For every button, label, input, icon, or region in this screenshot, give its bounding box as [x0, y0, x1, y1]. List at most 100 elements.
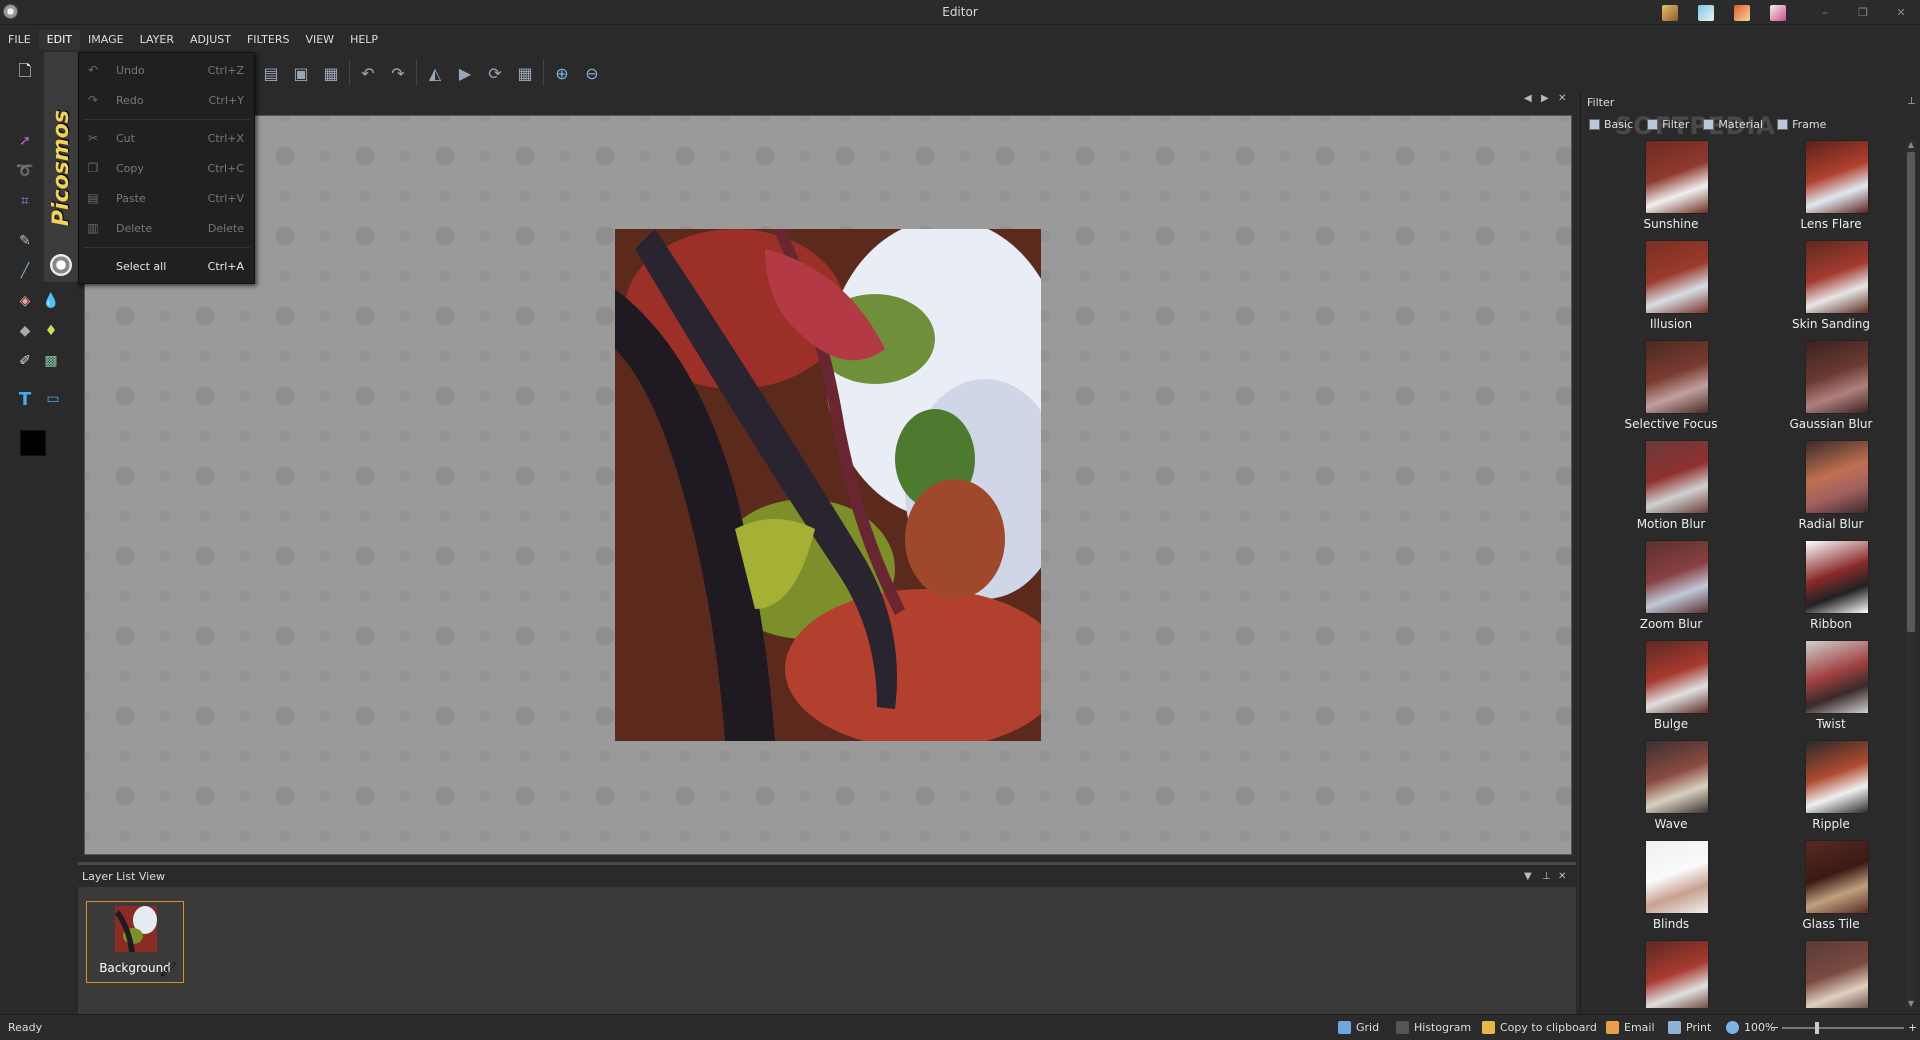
scroll-up-icon[interactable]: ▲ — [1906, 140, 1916, 149]
save-as-icon[interactable]: ▦ — [316, 58, 346, 88]
filter-item-radial-blur[interactable]: Radial Blur — [1761, 440, 1901, 540]
panel-menu-icon[interactable]: ▼ — [1524, 871, 1532, 882]
prev-tab-icon[interactable]: ◀ — [1524, 93, 1532, 104]
scroll-down-icon[interactable]: ▼ — [1906, 999, 1916, 1008]
menu-item-redo[interactable]: ↷ Redo Ctrl+Y — [79, 89, 254, 111]
menu-image[interactable]: IMAGE — [80, 30, 132, 50]
filter-item-ripple[interactable]: Ripple — [1761, 740, 1901, 840]
foreground-color-swatch[interactable] — [20, 430, 46, 456]
menu-item-select-all[interactable]: Select all Ctrl+A — [79, 255, 254, 277]
new-file-icon[interactable]: 🗋 — [10, 58, 40, 88]
window-title: Editor — [942, 5, 978, 19]
toolbar-redo-icon[interactable]: ↷ — [383, 58, 413, 88]
zoom-slider-handle[interactable] — [1815, 1022, 1819, 1034]
share-icon[interactable] — [1770, 4, 1786, 21]
filter-label: Blinds — [1652, 917, 1690, 931]
filter-scrollbar[interactable]: ▲ ▼ — [1906, 140, 1916, 1008]
menu-item-paste[interactable]: ▤ Paste Ctrl+V — [79, 187, 254, 209]
filter-label: Skin Sanding — [1791, 317, 1871, 331]
eyedropper-tool-icon[interactable]: ✎ — [14, 230, 36, 252]
zoom-in-button[interactable]: + — [1908, 1021, 1917, 1034]
filter-item-sunshine[interactable]: Sunshine — [1601, 140, 1741, 240]
open-icon[interactable]: ▤ — [256, 58, 286, 88]
menu-adjust[interactable]: ADJUST — [182, 30, 239, 50]
grid-toggle-icon[interactable]: ▦ — [510, 58, 540, 88]
menu-filters[interactable]: FILTERS — [239, 30, 297, 50]
filter-item-wave[interactable]: Wave — [1601, 740, 1741, 840]
flip-horizontal-icon[interactable]: ◭ — [420, 58, 450, 88]
zoom-in-icon[interactable]: ⊕ — [547, 58, 577, 88]
filter-item-twist[interactable]: Twist — [1761, 640, 1901, 740]
tab-material[interactable]: Material — [1703, 118, 1763, 131]
fill-tool-icon[interactable]: ◆ — [14, 320, 36, 342]
menu-layer[interactable]: LAYER — [132, 30, 182, 50]
menu-item-undo[interactable]: ↶ Undo Ctrl+Z — [79, 59, 254, 81]
filter-item-zoom-blur[interactable]: Zoom Blur — [1601, 540, 1741, 640]
menu-help[interactable]: HELP — [342, 30, 386, 50]
filter-label: Zoom Blur — [1639, 617, 1703, 631]
layer-item-background[interactable]: Background 🖌 — [86, 901, 184, 983]
rotate-icon[interactable]: ⟳ — [480, 58, 510, 88]
grid-button[interactable]: Grid — [1338, 1021, 1379, 1034]
filter-thumbnail — [1645, 140, 1709, 214]
maximize-button[interactable]: ❐ — [1844, 0, 1882, 25]
image-canvas[interactable] — [84, 115, 1572, 855]
filter-item-more-16[interactable] — [1601, 940, 1741, 1008]
filter-label: Glass Tile — [1802, 917, 1860, 931]
minimize-button[interactable]: – — [1806, 0, 1844, 25]
menu-item-copy[interactable]: ❐ Copy Ctrl+C — [79, 157, 254, 179]
theme-icon[interactable] — [1662, 4, 1678, 21]
menu-edit[interactable]: EDIT — [38, 30, 81, 50]
menu-item-cut[interactable]: ✂ Cut Ctrl+X — [79, 127, 254, 149]
stamp-tool-icon[interactable]: ▩ — [40, 350, 62, 372]
print-button[interactable]: Print — [1668, 1021, 1711, 1034]
filter-tabs: Basic Filter Material Frame — [1589, 118, 1840, 131]
text-tool-icon[interactable]: T — [14, 388, 36, 410]
select-tool-icon[interactable]: ➚ — [14, 130, 36, 152]
filter-item-lens-flare[interactable]: Lens Flare — [1761, 140, 1901, 240]
tab-frame[interactable]: Frame — [1777, 118, 1826, 131]
menu-view[interactable]: VIEW — [297, 30, 342, 50]
next-tab-icon[interactable]: ▶ — [1541, 93, 1549, 104]
clone-tool-icon[interactable]: ✐ — [14, 350, 36, 372]
skin-icon[interactable] — [1698, 4, 1714, 21]
close-window-button[interactable]: ✕ — [1882, 0, 1920, 25]
zoom-out-button[interactable]: − — [1770, 1021, 1779, 1034]
flip-vertical-icon[interactable]: ▶ — [450, 58, 480, 88]
filter-item-ribbon[interactable]: Ribbon — [1761, 540, 1901, 640]
scroll-thumb[interactable] — [1907, 152, 1915, 632]
pin-icon[interactable]: ⊥ — [1542, 871, 1551, 882]
crop-tool-icon[interactable]: ⌗ — [14, 190, 36, 212]
filter-item-blinds[interactable]: Blinds — [1601, 840, 1741, 940]
close-panel-icon[interactable]: ✕ — [1558, 871, 1566, 882]
filter-item-glass-tile[interactable]: Glass Tile — [1761, 840, 1901, 940]
filter-item-illusion[interactable]: Illusion — [1601, 240, 1741, 340]
menu-item-delete[interactable]: ▥ Delete Delete — [79, 217, 254, 239]
save-icon[interactable]: ▣ — [286, 58, 316, 88]
sharpen-tool-icon[interactable]: ♦ — [40, 320, 62, 342]
filter-item-selective-focus[interactable]: Selective Focus — [1601, 340, 1741, 440]
tab-basic[interactable]: Basic — [1589, 118, 1633, 131]
filter-item-motion-blur[interactable]: Motion Blur — [1601, 440, 1741, 540]
histogram-button[interactable]: Histogram — [1396, 1021, 1471, 1034]
email-button[interactable]: Email — [1606, 1021, 1655, 1034]
eraser-tool-icon[interactable]: ◈ — [14, 290, 36, 312]
filter-pin-icon[interactable]: ⊥ — [1907, 96, 1916, 107]
tab-filter[interactable]: Filter — [1647, 118, 1689, 131]
filter-label: Sunshine — [1643, 217, 1699, 231]
close-tab-icon[interactable]: ✕ — [1558, 93, 1566, 104]
menu-file[interactable]: FILE — [0, 30, 39, 50]
lasso-tool-icon[interactable]: ➰ — [14, 160, 36, 182]
toolbar-undo-icon[interactable]: ↶ — [353, 58, 383, 88]
zoom-out-icon[interactable]: ⊖ — [577, 58, 607, 88]
filter-item-skin-sanding[interactable]: Skin Sanding — [1761, 240, 1901, 340]
gallery-icon[interactable] — [1734, 4, 1750, 21]
filter-item-more-17[interactable] — [1761, 940, 1901, 1008]
blur-tool-icon[interactable]: 💧 — [40, 290, 62, 312]
zoom-slider[interactable] — [1782, 1021, 1904, 1035]
copy-to-clipboard-button[interactable]: Copy to clipboard — [1482, 1021, 1597, 1034]
filter-item-bulge[interactable]: Bulge — [1601, 640, 1741, 740]
filter-item-gaussian-blur[interactable]: Gaussian Blur — [1761, 340, 1901, 440]
shape-tool-icon[interactable]: ▭ — [42, 388, 64, 410]
brush-tool-icon[interactable]: ╱ — [14, 260, 36, 282]
